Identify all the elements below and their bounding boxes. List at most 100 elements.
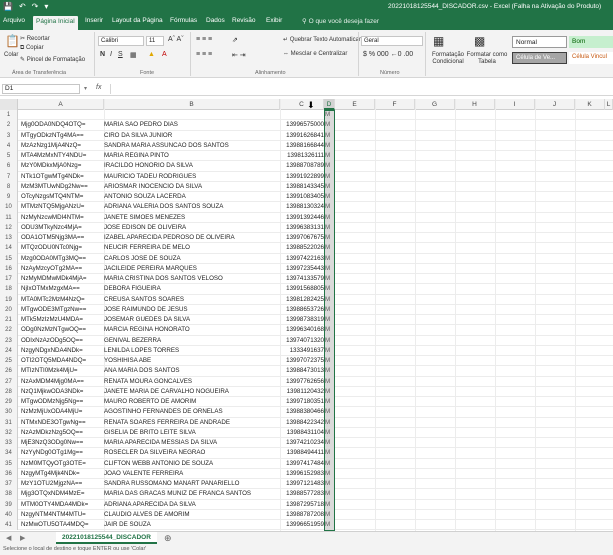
tab-file[interactable]: Arquivo — [3, 17, 25, 24]
tab-review[interactable]: Revisão — [232, 17, 255, 24]
tab-formulas[interactable]: Fórmulas — [170, 17, 197, 24]
cell-b[interactable]: JANETE SIMOES MENEZES — [104, 213, 280, 223]
cell-c[interactable]: 13988522026 — [270, 243, 324, 253]
cell-c[interactable]: 13996651959 — [270, 520, 324, 530]
cell-b[interactable]: JOSE EDISON DE OLIVEIRA — [104, 223, 280, 233]
cell-b[interactable]: NEUCIR FERREIRA DE MELO — [104, 243, 280, 253]
row-header[interactable]: 38 — [0, 489, 18, 500]
tab-home[interactable]: Página Inicial — [33, 16, 78, 30]
cell-b[interactable]: ARIOSMAR INOCENCIO DA SILVA — [104, 182, 280, 192]
style-normal[interactable]: Normal — [512, 36, 567, 48]
tab-insert[interactable]: Inserir — [85, 17, 103, 24]
row-header[interactable]: 2 — [0, 120, 18, 131]
cell-c[interactable]: 13996340168 — [270, 325, 324, 335]
style-good[interactable]: Bom — [569, 36, 613, 48]
select-all-corner[interactable] — [0, 99, 18, 110]
cell-b[interactable]: ROSECLER DA SILVEIRA NEGRAO — [104, 448, 280, 458]
fill-color-icon[interactable]: ▲ — [148, 51, 155, 58]
column-header-c[interactable]: C — [280, 99, 324, 110]
cell-b[interactable] — [104, 110, 280, 120]
column-header-j[interactable]: J — [535, 99, 575, 110]
cell-b[interactable]: CREUSA SANTOS SOARES — [104, 295, 280, 305]
tab-view[interactable]: Exibir — [266, 17, 282, 24]
conditional-format-button[interactable]: Formatação Condicional — [428, 52, 468, 66]
cell-b[interactable]: ANA MARIA DOS SANTOS — [104, 366, 280, 376]
row-header[interactable]: 19 — [0, 294, 18, 305]
spreadsheet-grid[interactable]: A B C D E F G H I J K L 1 M 2 Mjg0ODA0NDQ4O… — [0, 99, 613, 531]
cell-c[interactable]: 13991626841 — [270, 131, 324, 141]
row-header[interactable]: 18 — [0, 284, 18, 295]
align-left-icon[interactable]: ≡ ≡ ≡ — [196, 51, 212, 58]
cell-c[interactable]: 13988130324 — [270, 202, 324, 212]
row-header[interactable]: 30 — [0, 407, 18, 418]
row-header[interactable]: 6 — [0, 161, 18, 172]
font-name-select[interactable]: Calibri — [98, 36, 144, 46]
row-header[interactable]: 29 — [0, 397, 18, 408]
row-header[interactable]: 7 — [0, 171, 18, 182]
row-header[interactable]: 14 — [0, 243, 18, 254]
row-header[interactable]: 13 — [0, 233, 18, 244]
font-size-select[interactable]: 11 — [146, 36, 164, 46]
cell-b[interactable]: CLIFTON WEBB ANTONIO DE SOUZA — [104, 459, 280, 469]
row-header[interactable]: 5 — [0, 151, 18, 162]
undo-icon[interactable]: ↶ — [19, 2, 26, 11]
cell-c[interactable]: 13997422163 — [270, 254, 324, 264]
cell-b[interactable]: MAURICIO TADEU RODRIGUES — [104, 172, 280, 182]
cell-b[interactable]: CARLOS JOSE DE SOUZA — [104, 254, 280, 264]
cell-c[interactable]: 13988422342 — [270, 418, 324, 428]
number-format-select[interactable]: Geral — [361, 36, 423, 46]
merge-center-button[interactable]: ⇔ Mesclar e Centralizar — [283, 51, 347, 57]
style-linked-cell[interactable]: Célula Vincul — [569, 52, 613, 64]
column-header-f[interactable]: F — [375, 99, 415, 110]
row-header[interactable]: 3 — [0, 130, 18, 141]
row-header[interactable]: 36 — [0, 468, 18, 479]
cell-b[interactable]: JOAO VALENTE FERREIRA — [104, 469, 280, 479]
cell-b[interactable]: GENIVAL BEZERRA — [104, 336, 280, 346]
tell-me-search[interactable]: ⚲ O que você deseja fazer — [302, 17, 379, 25]
cell-c[interactable]: 13997180351 — [270, 397, 324, 407]
cell-b[interactable]: CLAUDIO ALVES DE AMORIM — [104, 510, 280, 520]
cell-c[interactable]: 13981282425 — [270, 295, 324, 305]
copy-button[interactable]: ⧉ Copiar — [20, 45, 44, 52]
sheet-tab[interactable]: 20221018125544_DISCADOR — [56, 532, 157, 544]
cell-c[interactable]: 13988166844 — [270, 141, 324, 151]
cell-c[interactable]: 13981120432 — [270, 387, 324, 397]
row-header[interactable]: 31 — [0, 417, 18, 428]
cell-b[interactable]: MARIA SAO PEDRO DIAS — [104, 120, 280, 130]
column-header-l[interactable]: L — [605, 99, 613, 110]
cell-c[interactable]: 13988577283 — [270, 489, 324, 499]
cell-c[interactable]: 13988143345 — [270, 182, 324, 192]
cell-b[interactable]: MARCIA REGINA HONORATO — [104, 325, 280, 335]
fx-icon[interactable]: fx — [96, 84, 101, 91]
row-header[interactable]: 39 — [0, 499, 18, 510]
cell-c[interactable]: 13988787208 — [270, 510, 324, 520]
row-header[interactable]: 9 — [0, 192, 18, 203]
name-box[interactable]: D1 — [2, 84, 80, 94]
cell-b[interactable]: CIRO DA SILVA JUNIOR — [104, 131, 280, 141]
row-header[interactable]: 33 — [0, 438, 18, 449]
cell-c[interactable]: 13988708789 — [270, 161, 324, 171]
cell-b[interactable]: ADRIANA VALERIA DOS SANTOS SOUZA — [104, 202, 280, 212]
row-header[interactable]: 32 — [0, 427, 18, 438]
cell-c[interactable]: 13997235443 — [270, 264, 324, 274]
row-header[interactable]: 23 — [0, 335, 18, 346]
borders-icon[interactable]: ▦ — [130, 51, 137, 59]
formula-input[interactable] — [110, 84, 610, 94]
row-header[interactable]: 35 — [0, 458, 18, 469]
cell-c[interactable]: 13997762656 — [270, 377, 324, 387]
row-header[interactable]: 27 — [0, 376, 18, 387]
row-header[interactable]: 4 — [0, 140, 18, 151]
redo-icon[interactable]: ↷ — [32, 2, 39, 11]
cell-b[interactable]: JOSEMAR GUEDES DA SILVA — [104, 315, 280, 325]
sheet-prev-icon[interactable]: ◀ — [6, 534, 11, 542]
font-color-icon[interactable]: A — [162, 51, 167, 58]
cell-c[interactable]: 13997121483 — [270, 479, 324, 489]
cell-b[interactable]: RENATA SOARES FERREIRA DE ANDRADE — [104, 418, 280, 428]
cell-c[interactable]: 13997072375 — [270, 356, 324, 366]
cut-button[interactable]: ✂ Recortar — [20, 35, 50, 42]
column-header-g[interactable]: G — [415, 99, 455, 110]
tab-data[interactable]: Dados — [206, 17, 225, 24]
row-header[interactable]: 10 — [0, 202, 18, 213]
cell-c[interactable]: 13996383131 — [270, 223, 324, 233]
sheet-next-icon[interactable]: ▶ — [20, 534, 25, 542]
